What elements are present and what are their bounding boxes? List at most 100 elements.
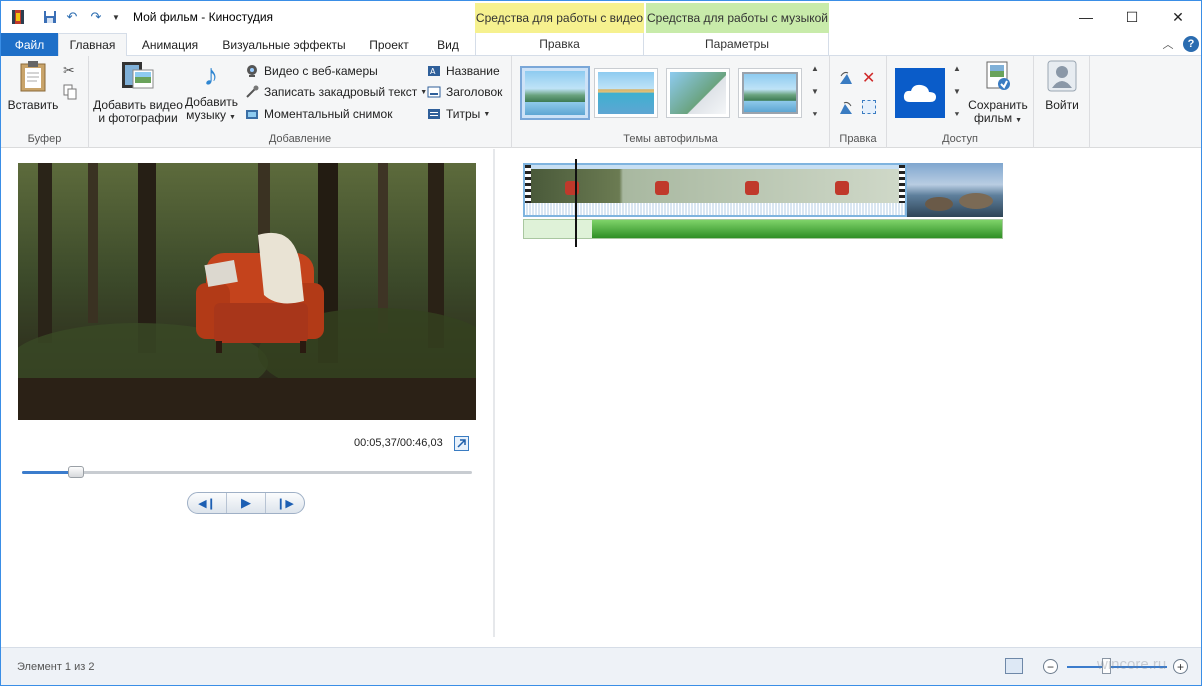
next-frame-button[interactable]: ❙▶ bbox=[266, 493, 304, 513]
photo-clip-2[interactable] bbox=[907, 163, 1003, 217]
select-all-icon[interactable] bbox=[862, 100, 876, 114]
tab-music-options[interactable]: Параметры bbox=[646, 33, 829, 55]
tab-view[interactable]: Вид bbox=[425, 33, 471, 56]
record-narration-button[interactable]: Записать закадровый текст ▼ bbox=[245, 83, 427, 101]
theme-thumbnail-2[interactable] bbox=[594, 68, 658, 118]
maximize-button[interactable]: ☐ bbox=[1109, 1, 1155, 33]
help-icon[interactable]: ? bbox=[1183, 36, 1199, 52]
share-more-icon[interactable]: ⯆ bbox=[954, 110, 960, 120]
previous-frame-button[interactable]: ◀❙ bbox=[188, 493, 227, 513]
tab-visual-effects[interactable]: Визуальные эффекты bbox=[215, 33, 353, 56]
add-group-label: Добавление bbox=[268, 133, 332, 145]
onedrive-icon[interactable] bbox=[895, 68, 945, 118]
editing-group: ✕ Правка bbox=[830, 56, 887, 148]
save-movie-button[interactable]: Сохранить фильм ▼ bbox=[967, 60, 1029, 127]
credits-dropdown-icon: ▼ bbox=[483, 110, 491, 118]
minimize-button[interactable]: — bbox=[1063, 1, 1109, 33]
previous-frame-icon: ◀❙ bbox=[198, 497, 216, 510]
music-note-icon: ♪ bbox=[203, 59, 219, 92]
credits-button[interactable]: Титры ▼ bbox=[427, 105, 490, 123]
playhead[interactable] bbox=[575, 159, 577, 247]
tab-project[interactable]: Проект bbox=[359, 33, 419, 56]
save-movie-icon bbox=[967, 60, 1029, 95]
rotate-right-icon[interactable] bbox=[838, 100, 854, 119]
add-music-label-line2: музыку bbox=[186, 108, 226, 122]
tab-video-edit[interactable]: Правка bbox=[475, 33, 644, 55]
themes-scroll-down-icon[interactable]: ▼ bbox=[811, 87, 819, 96]
tab-home[interactable]: Главная bbox=[58, 33, 127, 57]
save-movie-label-line2: фильм bbox=[973, 111, 1013, 125]
add-group: Добавить видео и фотографии ♪ Добавить м… bbox=[89, 56, 512, 148]
user-icon bbox=[1038, 60, 1086, 95]
theme-thumbnail-4[interactable] bbox=[738, 68, 802, 118]
clip-frame-thumbnail bbox=[745, 181, 759, 195]
svg-text:A: A bbox=[430, 67, 436, 76]
snapshot-icon bbox=[245, 107, 259, 121]
save-icon[interactable] bbox=[41, 8, 59, 26]
title-label: Название bbox=[446, 64, 500, 78]
copy-icon[interactable] bbox=[63, 84, 77, 103]
movie-maker-window: ↶ ↷ ▼ Мой фильм - Киностудия Средства дл… bbox=[0, 0, 1202, 686]
title-button[interactable]: A Название bbox=[427, 62, 500, 80]
credits-label: Титры bbox=[446, 107, 481, 121]
fullscreen-icon[interactable] bbox=[454, 436, 469, 451]
app-icon[interactable] bbox=[9, 8, 27, 26]
thumbnail-size-icon[interactable] bbox=[1005, 658, 1023, 674]
webcam-video-button[interactable]: Видео с веб-камеры bbox=[245, 62, 378, 80]
redo-icon[interactable]: ↷ bbox=[87, 8, 105, 26]
add-videos-photos-button[interactable]: Добавить видео и фотографии bbox=[93, 60, 183, 125]
zoom-out-icon[interactable]: − bbox=[1043, 659, 1058, 674]
quick-access-dropdown-icon[interactable]: ▼ bbox=[107, 8, 125, 26]
collapse-ribbon-icon[interactable]: ︿ bbox=[1161, 36, 1175, 52]
add-music-button[interactable]: ♪ Добавить музыку ▼ bbox=[185, 59, 238, 124]
paste-label: Вставить bbox=[7, 98, 59, 112]
clipboard-group-label: Буфер bbox=[27, 133, 62, 145]
cut-icon[interactable]: ✂ bbox=[63, 62, 75, 79]
status-bar: Элемент 1 из 2 − + wincore.ru bbox=[1, 647, 1201, 685]
ribbon-tabs: Файл Главная Анимация Визуальные эффекты… bbox=[1, 33, 1201, 57]
video-clip-1[interactable] bbox=[523, 163, 907, 217]
time-readout: 00:05,37/00:46,03 bbox=[354, 437, 443, 449]
window-title: Мой фильм - Киностудия bbox=[133, 10, 274, 24]
snapshot-button[interactable]: Моментальный снимок bbox=[245, 105, 392, 123]
themes-group-label: Темы автофильма bbox=[623, 133, 718, 145]
paste-button[interactable]: Вставить bbox=[7, 60, 59, 112]
theme-thumbnail-1[interactable] bbox=[520, 66, 590, 120]
clip-photo-detail bbox=[959, 193, 993, 209]
film-photo-icon bbox=[93, 60, 183, 95]
add-videos-label-line2: и фотографии bbox=[98, 111, 178, 125]
playback-controls: ◀❙ ▶ ❙▶ bbox=[187, 492, 305, 514]
share-scroll-up-icon[interactable]: ▲ bbox=[953, 64, 961, 73]
play-button[interactable]: ▶ bbox=[227, 493, 266, 513]
editing-group-label: Правка bbox=[839, 133, 877, 145]
share-scroll-down-icon[interactable]: ▼ bbox=[953, 87, 961, 96]
remove-icon[interactable]: ✕ bbox=[862, 68, 875, 88]
undo-icon[interactable]: ↶ bbox=[63, 8, 81, 26]
sign-in-label: Войти bbox=[1045, 98, 1079, 112]
video-tools-context-tab: Средства для работы с видео bbox=[475, 3, 644, 33]
caption-label: Заголовок bbox=[446, 85, 503, 99]
watermark: wincore.ru bbox=[1097, 656, 1167, 673]
caption-button[interactable]: Заголовок bbox=[427, 83, 502, 101]
close-button[interactable]: ✕ bbox=[1155, 1, 1201, 33]
zoom-in-icon[interactable]: + bbox=[1173, 659, 1188, 674]
webcam-video-label: Видео с веб-камеры bbox=[264, 64, 378, 78]
seek-bar[interactable] bbox=[22, 471, 472, 474]
play-icon: ▶ bbox=[241, 495, 251, 510]
video-preview[interactable] bbox=[18, 163, 476, 420]
title-bar: ↶ ↷ ▼ Мой фильм - Киностудия Средства дл… bbox=[1, 1, 1201, 33]
seek-thumb[interactable] bbox=[68, 466, 84, 478]
sign-in-button[interactable]: Войти bbox=[1038, 60, 1086, 112]
themes-more-icon[interactable]: ⯆ bbox=[812, 110, 818, 120]
tab-animation[interactable]: Анимация bbox=[131, 33, 209, 56]
music-track[interactable] bbox=[523, 219, 1003, 239]
clipboard-icon bbox=[7, 60, 59, 95]
tab-file[interactable]: Файл bbox=[1, 33, 58, 56]
rotate-left-icon[interactable] bbox=[838, 70, 854, 89]
storyboard bbox=[495, 149, 1201, 647]
theme-thumbnail-3[interactable] bbox=[666, 68, 730, 118]
clip-audio-waveform bbox=[525, 203, 905, 215]
clip-frame-thumbnail bbox=[835, 181, 849, 195]
snapshot-label: Моментальный снимок bbox=[264, 107, 393, 121]
themes-scroll-up-icon[interactable]: ▲ bbox=[811, 64, 819, 73]
